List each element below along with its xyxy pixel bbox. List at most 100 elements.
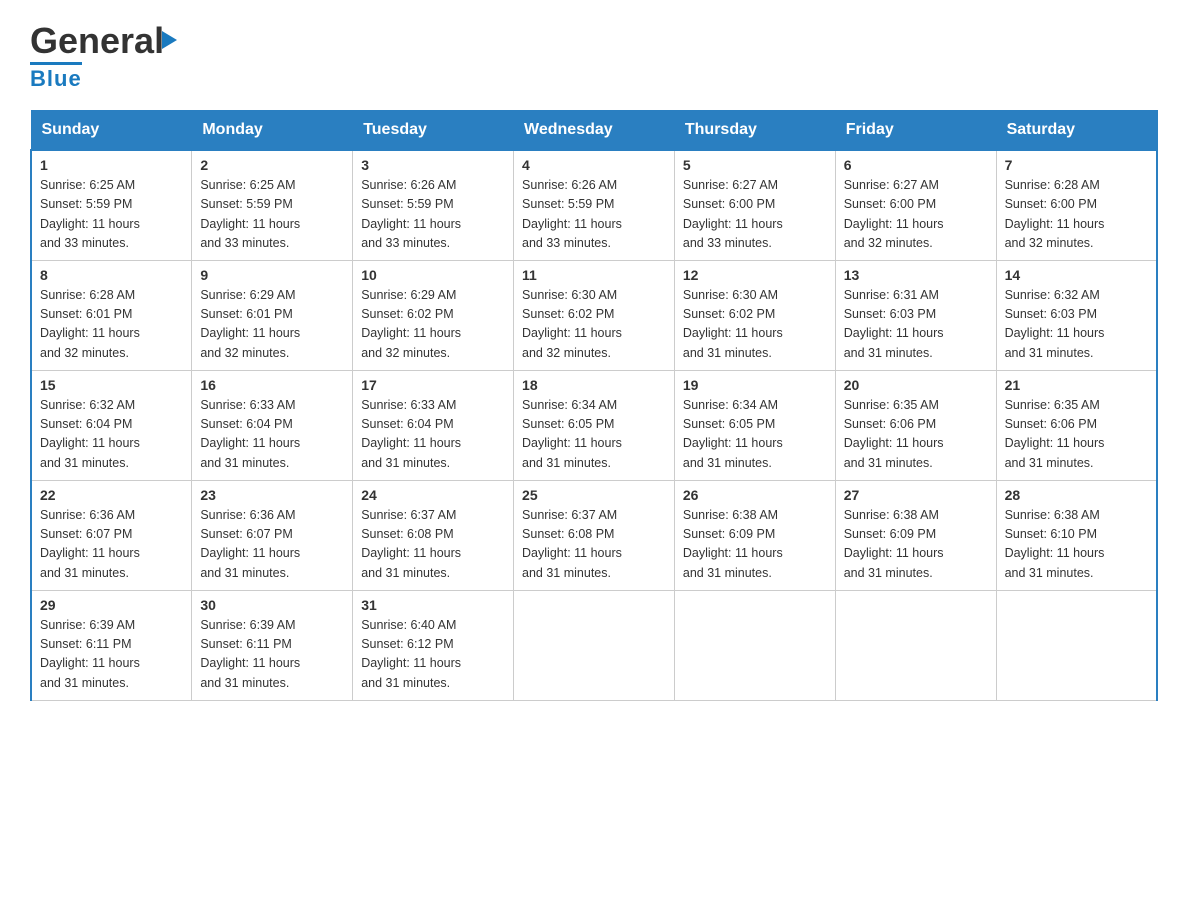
calendar-cell: 8Sunrise: 6:28 AMSunset: 6:01 PMDaylight… bbox=[31, 260, 192, 370]
calendar-cell: 7 Sunrise: 6:28 AMSunset: 6:00 PMDaylight… bbox=[996, 150, 1157, 260]
day-info: Sunrise: 6:32 AMSunset: 6:03 PMDaylight:… bbox=[1005, 286, 1148, 364]
header-friday: Friday bbox=[835, 111, 996, 151]
day-info: Sunrise: 6:40 AMSunset: 6:12 PMDaylight:… bbox=[361, 616, 505, 694]
day-number: 18 bbox=[522, 377, 666, 393]
day-info: Sunrise: 6:29 AMSunset: 6:01 PMDaylight:… bbox=[200, 286, 344, 364]
calendar-cell: 20 Sunrise: 6:35 AMSunset: 6:06 PMDayligh… bbox=[835, 370, 996, 480]
calendar-cell: 31 Sunrise: 6:40 AMSunset: 6:12 PMDayligh… bbox=[353, 590, 514, 700]
header-tuesday: Tuesday bbox=[353, 111, 514, 151]
day-info: Sunrise: 6:34 AMSunset: 6:05 PMDaylight:… bbox=[522, 396, 666, 474]
day-info: Sunrise: 6:26 AMSunset: 5:59 PMDaylight:… bbox=[522, 176, 666, 254]
day-info: Sunrise: 6:37 AMSunset: 6:08 PMDaylight:… bbox=[522, 506, 666, 584]
day-info: Sunrise: 6:35 AMSunset: 6:06 PMDaylight:… bbox=[844, 396, 988, 474]
calendar-cell: 22Sunrise: 6:36 AMSunset: 6:07 PMDayligh… bbox=[31, 480, 192, 590]
calendar-cell bbox=[996, 590, 1157, 700]
day-number: 28 bbox=[1005, 487, 1148, 503]
week-row-5: 29 Sunrise: 6:39 AMSunset: 6:11 PMDayligh… bbox=[31, 590, 1157, 700]
calendar-cell: 18 Sunrise: 6:34 AMSunset: 6:05 PMDayligh… bbox=[514, 370, 675, 480]
calendar-cell: 11Sunrise: 6:30 AMSunset: 6:02 PMDayligh… bbox=[514, 260, 675, 370]
calendar-cell: 6 Sunrise: 6:27 AMSunset: 6:00 PMDaylight… bbox=[835, 150, 996, 260]
calendar-cell: 21 Sunrise: 6:35 AMSunset: 6:06 PMDayligh… bbox=[996, 370, 1157, 480]
day-number: 1 bbox=[40, 157, 183, 173]
day-number: 25 bbox=[522, 487, 666, 503]
calendar-cell bbox=[835, 590, 996, 700]
day-number: 11 bbox=[522, 267, 666, 283]
day-number: 24 bbox=[361, 487, 505, 503]
calendar-cell: 29 Sunrise: 6:39 AMSunset: 6:11 PMDayligh… bbox=[31, 590, 192, 700]
day-info: Sunrise: 6:28 AMSunset: 6:01 PMDaylight:… bbox=[40, 286, 183, 364]
logo-arrow-icon bbox=[162, 31, 177, 49]
calendar-cell bbox=[674, 590, 835, 700]
day-number: 21 bbox=[1005, 377, 1148, 393]
day-number: 2 bbox=[200, 157, 344, 173]
calendar-cell: 19Sunrise: 6:34 AMSunset: 6:05 PMDayligh… bbox=[674, 370, 835, 480]
day-number: 7 bbox=[1005, 157, 1148, 173]
calendar-cell: 10 Sunrise: 6:29 AMSunset: 6:02 PMDayligh… bbox=[353, 260, 514, 370]
day-info: Sunrise: 6:35 AMSunset: 6:06 PMDaylight:… bbox=[1005, 396, 1148, 474]
header-thursday: Thursday bbox=[674, 111, 835, 151]
calendar-cell bbox=[514, 590, 675, 700]
week-row-4: 22 Sunrise: 6:36 AMSunset: 6:07 PMDayligh… bbox=[31, 480, 1157, 590]
logo: General Blue bbox=[30, 20, 177, 92]
week-row-2: 8Sunrise: 6:28 AMSunset: 6:01 PMDaylight… bbox=[31, 260, 1157, 370]
day-number: 26 bbox=[683, 487, 827, 503]
calendar-cell: 17Sunrise: 6:33 AMSunset: 6:04 PMDayligh… bbox=[353, 370, 514, 480]
day-number: 3 bbox=[361, 157, 505, 173]
calendar-cell: 24 Sunrise: 6:37 AMSunset: 6:08 PMDayligh… bbox=[353, 480, 514, 590]
header-wednesday: Wednesday bbox=[514, 111, 675, 151]
header-monday: Monday bbox=[192, 111, 353, 151]
day-number: 16 bbox=[200, 377, 344, 393]
day-info: Sunrise: 6:38 AMSunset: 6:09 PMDaylight:… bbox=[683, 506, 827, 584]
day-number: 6 bbox=[844, 157, 988, 173]
day-info: Sunrise: 6:34 AMSunset: 6:05 PMDaylight:… bbox=[683, 396, 827, 474]
calendar-cell: 12Sunrise: 6:30 AMSunset: 6:02 PMDayligh… bbox=[674, 260, 835, 370]
day-info: Sunrise: 6:28 AMSunset: 6:00 PMDaylight:… bbox=[1005, 176, 1148, 254]
day-number: 14 bbox=[1005, 267, 1148, 283]
day-number: 15 bbox=[40, 377, 183, 393]
day-info: Sunrise: 6:36 AMSunset: 6:07 PMDaylight:… bbox=[200, 506, 344, 584]
day-info: Sunrise: 6:33 AMSunset: 6:04 PMDaylight:… bbox=[361, 396, 505, 474]
calendar-cell: 2 Sunrise: 6:25 AMSunset: 5:59 PMDaylight… bbox=[192, 150, 353, 260]
day-number: 9 bbox=[200, 267, 344, 283]
calendar-table: SundayMondayTuesdayWednesdayThursdayFrid… bbox=[30, 110, 1158, 701]
calendar-cell: 28 Sunrise: 6:38 AMSunset: 6:10 PMDayligh… bbox=[996, 480, 1157, 590]
logo-blue-text: Blue bbox=[30, 62, 82, 92]
day-info: Sunrise: 6:37 AMSunset: 6:08 PMDaylight:… bbox=[361, 506, 505, 584]
day-info: Sunrise: 6:38 AMSunset: 6:10 PMDaylight:… bbox=[1005, 506, 1148, 584]
logo-general-text: General bbox=[30, 20, 164, 62]
day-info: Sunrise: 6:27 AMSunset: 6:00 PMDaylight:… bbox=[683, 176, 827, 254]
day-info: Sunrise: 6:27 AMSunset: 6:00 PMDaylight:… bbox=[844, 176, 988, 254]
calendar-cell: 30 Sunrise: 6:39 AMSunset: 6:11 PMDayligh… bbox=[192, 590, 353, 700]
day-number: 5 bbox=[683, 157, 827, 173]
day-info: Sunrise: 6:38 AMSunset: 6:09 PMDaylight:… bbox=[844, 506, 988, 584]
page-header: General Blue bbox=[30, 20, 1158, 92]
day-number: 30 bbox=[200, 597, 344, 613]
header-saturday: Saturday bbox=[996, 111, 1157, 151]
calendar-cell: 25 Sunrise: 6:37 AMSunset: 6:08 PMDayligh… bbox=[514, 480, 675, 590]
calendar-cell: 27 Sunrise: 6:38 AMSunset: 6:09 PMDayligh… bbox=[835, 480, 996, 590]
day-info: Sunrise: 6:29 AMSunset: 6:02 PMDaylight:… bbox=[361, 286, 505, 364]
week-row-1: 1 Sunrise: 6:25 AMSunset: 5:59 PMDaylight… bbox=[31, 150, 1157, 260]
day-number: 22 bbox=[40, 487, 183, 503]
calendar-cell: 5 Sunrise: 6:27 AMSunset: 6:00 PMDaylight… bbox=[674, 150, 835, 260]
day-info: Sunrise: 6:39 AMSunset: 6:11 PMDaylight:… bbox=[40, 616, 183, 694]
day-info: Sunrise: 6:30 AMSunset: 6:02 PMDaylight:… bbox=[683, 286, 827, 364]
week-row-3: 15Sunrise: 6:32 AMSunset: 6:04 PMDayligh… bbox=[31, 370, 1157, 480]
day-number: 27 bbox=[844, 487, 988, 503]
day-number: 20 bbox=[844, 377, 988, 393]
calendar-cell: 9 Sunrise: 6:29 AMSunset: 6:01 PMDaylight… bbox=[192, 260, 353, 370]
day-number: 29 bbox=[40, 597, 183, 613]
calendar-cell: 14 Sunrise: 6:32 AMSunset: 6:03 PMDayligh… bbox=[996, 260, 1157, 370]
calendar-cell: 26 Sunrise: 6:38 AMSunset: 6:09 PMDayligh… bbox=[674, 480, 835, 590]
calendar-cell: 15Sunrise: 6:32 AMSunset: 6:04 PMDayligh… bbox=[31, 370, 192, 480]
day-info: Sunrise: 6:39 AMSunset: 6:11 PMDaylight:… bbox=[200, 616, 344, 694]
day-number: 10 bbox=[361, 267, 505, 283]
calendar-cell: 23Sunrise: 6:36 AMSunset: 6:07 PMDayligh… bbox=[192, 480, 353, 590]
day-info: Sunrise: 6:31 AMSunset: 6:03 PMDaylight:… bbox=[844, 286, 988, 364]
day-info: Sunrise: 6:25 AMSunset: 5:59 PMDaylight:… bbox=[200, 176, 344, 254]
day-number: 31 bbox=[361, 597, 505, 613]
calendar-cell: 3 Sunrise: 6:26 AMSunset: 5:59 PMDaylight… bbox=[353, 150, 514, 260]
day-info: Sunrise: 6:26 AMSunset: 5:59 PMDaylight:… bbox=[361, 176, 505, 254]
day-info: Sunrise: 6:33 AMSunset: 6:04 PMDaylight:… bbox=[200, 396, 344, 474]
calendar-header-row: SundayMondayTuesdayWednesdayThursdayFrid… bbox=[31, 111, 1157, 151]
